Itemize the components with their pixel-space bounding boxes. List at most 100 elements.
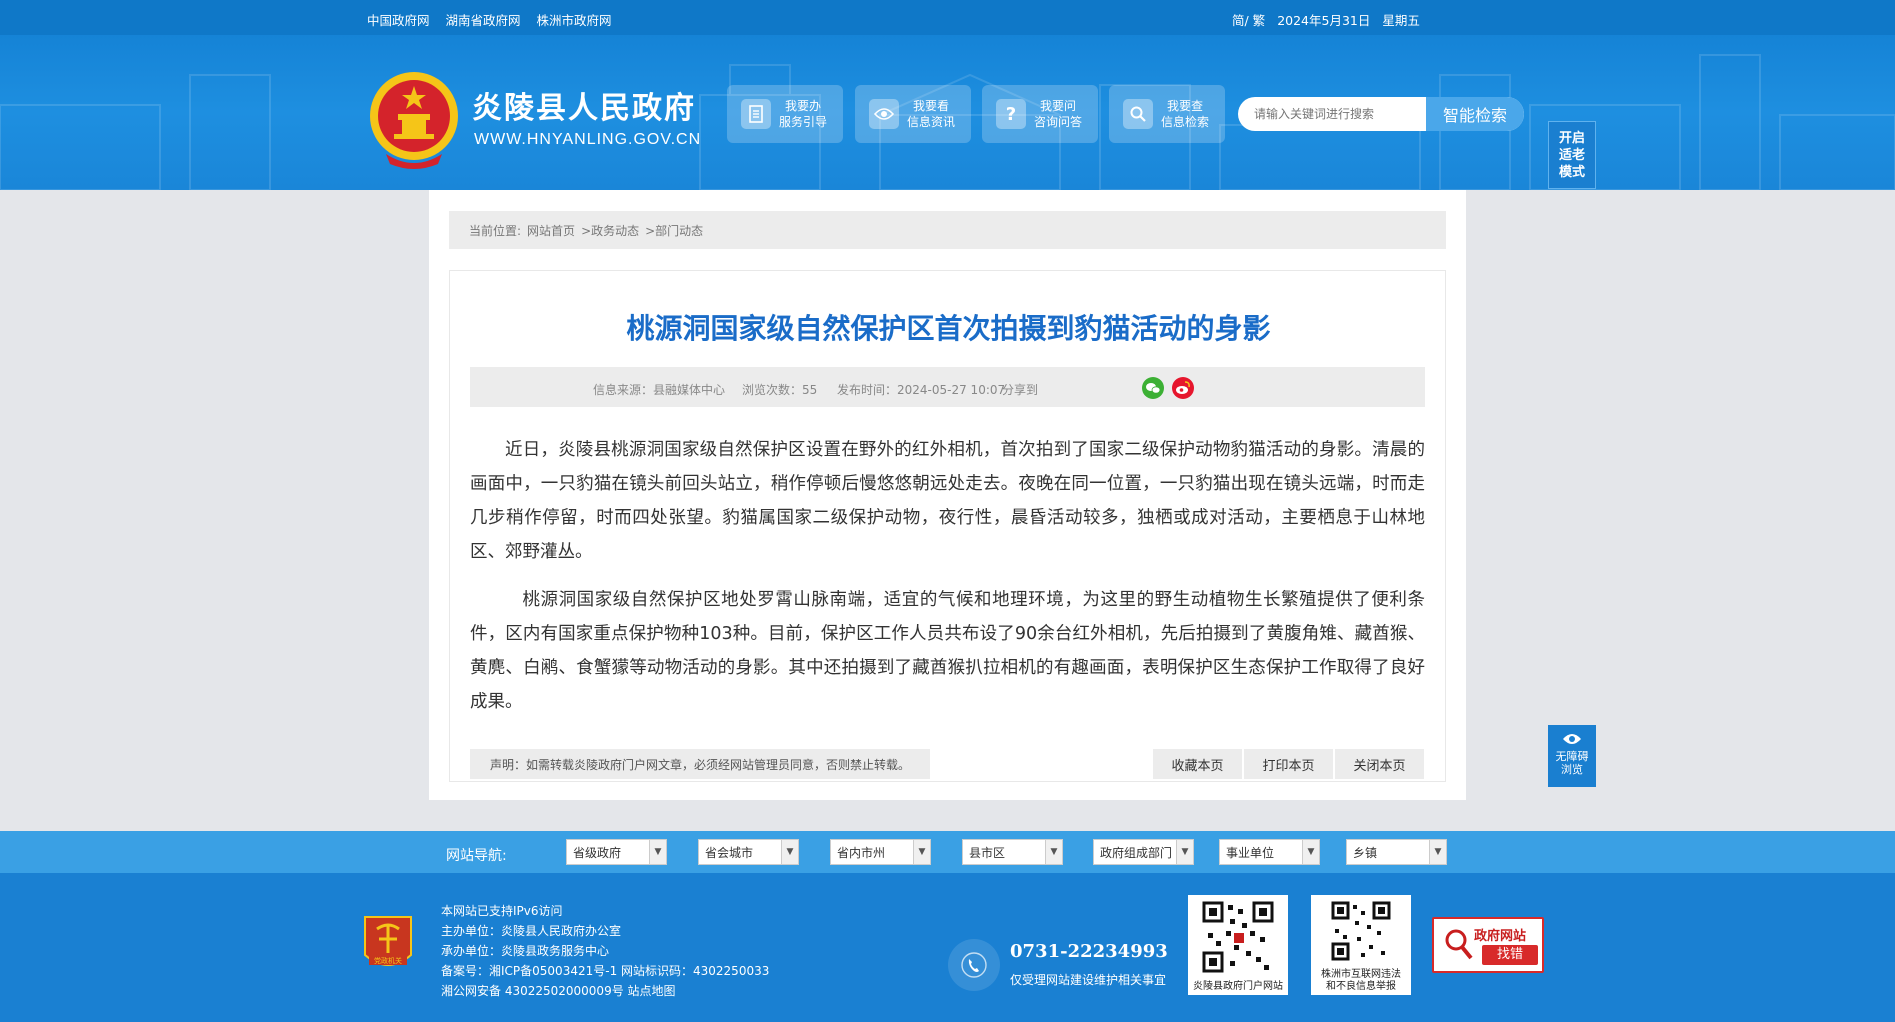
qr-code-icon (1331, 901, 1391, 961)
service-banshi-button[interactable]: 我要办 服务引导 (727, 85, 843, 143)
gov-site-error-report-button[interactable]: 政府网站 找错 (1432, 917, 1544, 973)
site-nav-bar: 网站导航: 省级政府 ▼ 省会城市 ▼ 省内市州 ▼ 县市区 ▼ 政府组成部门 ▼ 事业单… (0, 831, 1895, 873)
site-footer: 党政机关 本网站已支持IPv6访问 主办单位：炎陵县人民政府办公室 承办单位：炎… (0, 873, 1895, 1022)
footer-police-record[interactable]: 湘公网安备 43022502000009号 站点地图 (441, 981, 769, 1001)
select-value: 省会城市 (705, 845, 754, 860)
elder-mode-toggle[interactable]: 开启 适老 模式 (1548, 121, 1596, 189)
link-zhuzhou-gov[interactable]: 株洲市政府网 (537, 10, 612, 29)
bookmark-page-button[interactable]: 收藏本页 (1153, 749, 1242, 779)
search-input[interactable] (1238, 97, 1426, 131)
current-date: 2024年5月31日 (1277, 13, 1371, 28)
main-content: 当前位置: 网站首页 >政务动态 >部门动态 桃源洞国家级自然保护区首次拍摄到豹… (429, 190, 1466, 800)
top-right-info: 简/ 繁 2024年5月31日 星期五 (1232, 10, 1420, 29)
footer-host: 主办单位：炎陵县人民政府办公室 (441, 924, 622, 938)
top-bar: 中国政府网 湖南省政府网 株洲市政府网 简/ 繁 2024年5月31日 星期五 (0, 0, 1895, 35)
service-phone-desc: 仅受理网站建设维护相关事宜 (1010, 973, 1167, 987)
current-weekday: 星期五 (1382, 13, 1420, 28)
breadcrumb-label: 当前位置: (469, 223, 522, 238)
service-title: 我要看 (913, 99, 950, 113)
chevron-down-icon: ▼ (1302, 840, 1319, 864)
breadcrumb: 当前位置: 网站首页 >政务动态 >部门动态 (449, 211, 1446, 249)
chevron-down-icon: ▼ (913, 840, 930, 864)
select-value: 省级政府 (573, 845, 622, 860)
error-report-title: 政府网站 (1474, 929, 1527, 944)
chevron-down-icon: ▼ (1176, 840, 1193, 864)
chevron-down-icon: ▼ (781, 840, 798, 864)
footer-ipv6: 本网站已支持IPv6访问 (441, 904, 563, 918)
article-paragraph: 近日，炎陵县桃源洞国家级自然保护区设置在野外的红外相机，首次拍到了国家二级保护动… (470, 440, 1425, 562)
article-views: 浏览次数：55 (742, 383, 818, 397)
select-county[interactable]: 县市区 ▼ (962, 839, 1063, 865)
link-gov-cn[interactable]: 中国政府网 (367, 10, 430, 29)
party-gov-badge-icon[interactable]: 党政机关 (361, 913, 415, 975)
service-wen-button[interactable]: ? 我要问 咨询问答 (982, 85, 1098, 143)
footer-icp[interactable]: 备案号：湘ICP备05003421号-1 网站标识码：4302250033 (441, 961, 769, 981)
link-hunan-gov[interactable]: 湖南省政府网 (446, 10, 521, 29)
site-name[interactable]: 炎陵县人民政府 (472, 83, 696, 127)
service-subtitle: 信息检索 (1161, 115, 1210, 129)
search-box: 智能检索 (1238, 97, 1524, 131)
weibo-share-icon[interactable] (1172, 377, 1194, 399)
search-icon (1123, 99, 1153, 129)
reprint-notice: 声明：如需转载炎陵政府门户网文章，必须经网站管理员同意，否则禁止转载。 (470, 749, 930, 779)
eye-icon (869, 99, 899, 129)
accessibility-label: 浏览 (1561, 763, 1583, 776)
page-actions: 收藏本页 打印本页 关闭本页 (1153, 749, 1424, 779)
select-value: 县市区 (969, 845, 1006, 860)
accessibility-button[interactable]: 无障碍 浏览 (1548, 725, 1596, 787)
share-label: 分享到 (1002, 383, 1039, 397)
service-subtitle: 信息资讯 (907, 115, 956, 129)
qr-code-report: 株洲市互联网违法 和不良信息举报 (1311, 895, 1411, 995)
elder-mode-label: 适老 (1558, 148, 1585, 163)
magnifier-icon (1445, 929, 1473, 960)
article-paragraph: 桃源洞国家级自然保护区地处罗霄山脉南端，适宜的气候和地理环境，为这里的野生动植物… (470, 590, 1425, 712)
qr-caption: 株洲市互联网违法 (1321, 969, 1401, 980)
qr-code-icon (1202, 901, 1274, 973)
breadcrumb-department[interactable]: >部门动态 (645, 222, 703, 239)
elder-mode-label: 开启 (1558, 131, 1585, 146)
select-capital-city[interactable]: 省会城市 ▼ (698, 839, 799, 865)
article-source: 信息来源：县融媒体中心 (593, 383, 726, 397)
select-township[interactable]: 乡镇 ▼ (1346, 839, 1447, 865)
article: 桃源洞国家级自然保护区首次拍摄到豹猫活动的身影 信息来源：县融媒体中心 浏览次数… (449, 270, 1446, 782)
service-title: 我要问 (1040, 99, 1077, 113)
national-emblem-icon (370, 72, 458, 169)
chevron-down-icon: ▼ (649, 840, 666, 864)
article-published: 发布时间：2024-05-27 10:07 (837, 383, 1006, 397)
smart-search-button[interactable]: 智能检索 (1426, 97, 1524, 131)
print-page-button[interactable]: 打印本页 (1244, 749, 1333, 779)
error-report-label: 找错 (1482, 945, 1538, 965)
select-gov-department[interactable]: 政府组成部门 ▼ (1093, 839, 1194, 865)
chevron-down-icon: ▼ (1429, 840, 1446, 864)
service-title: 我要办 (785, 99, 822, 113)
elder-mode-label: 模式 (1558, 165, 1585, 180)
footer-info: 本网站已支持IPv6访问 主办单位：炎陵县人民政府办公室 承办单位：炎陵县政务服… (441, 901, 769, 1001)
select-value: 政府组成部门 (1100, 845, 1173, 860)
qr-caption: 和不良信息举报 (1326, 981, 1396, 992)
eye-icon (1563, 734, 1581, 744)
service-phone: 0731-22234993 (1010, 941, 1168, 962)
service-title: 我要查 (1167, 99, 1204, 113)
service-cha-button[interactable]: 我要查 信息检索 (1109, 85, 1225, 143)
site-nav-label: 网站导航: (446, 848, 507, 864)
select-prefecture[interactable]: 省内市州 ▼ (830, 839, 931, 865)
service-kan-button[interactable]: 我要看 信息资讯 (855, 85, 971, 143)
top-links: 中国政府网 湖南省政府网 株洲市政府网 (367, 10, 612, 29)
qr-code-portal: 炎陵县政府门户网站 (1188, 895, 1288, 995)
select-value: 省内市州 (837, 845, 886, 860)
language-switch[interactable]: 简/ 繁 (1232, 10, 1265, 29)
breadcrumb-news[interactable]: >政务动态 (581, 222, 639, 239)
breadcrumb-home[interactable]: 网站首页 (527, 222, 575, 239)
wechat-share-icon[interactable] (1142, 377, 1164, 399)
qr-caption: 炎陵县政府门户网站 (1193, 981, 1283, 992)
service-subtitle: 服务引导 (779, 115, 828, 129)
select-provincial-gov[interactable]: 省级政府 ▼ (566, 839, 667, 865)
close-page-button[interactable]: 关闭本页 (1335, 749, 1424, 779)
article-title: 桃源洞国家级自然保护区首次拍摄到豹猫活动的身影 (626, 312, 1271, 345)
site-header: 炎陵县人民政府 WWW.HNYANLING.GOV.CN 我要办 服务引导 我要看… (0, 35, 1895, 190)
select-public-institution[interactable]: 事业单位 ▼ (1219, 839, 1320, 865)
document-icon (741, 99, 771, 129)
question-icon: ? (996, 99, 1026, 129)
chevron-down-icon: ▼ (1045, 840, 1062, 864)
article-meta: 信息来源：县融媒体中心 浏览次数：55 发布时间：2024-05-27 10:0… (470, 367, 1425, 407)
